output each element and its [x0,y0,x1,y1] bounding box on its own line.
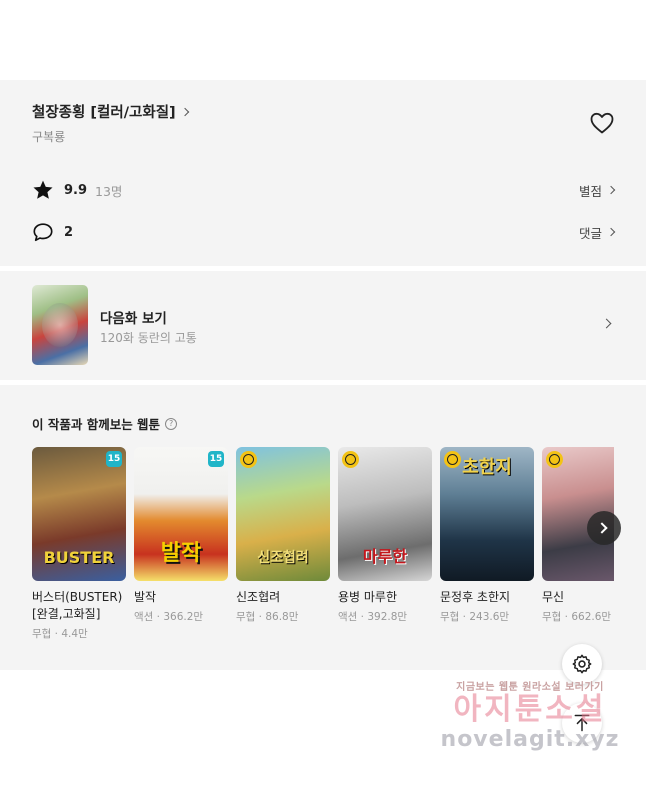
work-title-link[interactable]: 철장종횡 [컬러/고화질] [32,101,189,122]
cover-image: 15 BUSTER [32,447,126,581]
chevron-right-icon [180,107,189,116]
carousel-next-button[interactable] [587,511,621,545]
wait-free-clock-icon [240,451,257,468]
rating-link-label: 별점 [578,183,602,199]
chevron-right-icon [596,522,608,534]
age-rating-badge: 15 [106,451,122,467]
recommendation-card[interactable]: 마루한 용병 마루한 액션 · 392.8만 [338,447,432,624]
recommendation-title: 신조협려 [236,590,281,604]
gear-icon [572,654,592,674]
recommendation-meta: 액션 · 366.2만 [134,611,204,623]
heart-icon[interactable] [589,111,615,135]
recommendation-title: 용병 마루한 [338,590,398,604]
recommendations-panel: 이 작품과 함께보는 웹툰 ? 15 BUSTER 버스터(BUSTER) [완… [0,385,646,670]
chevron-right-icon [606,185,616,195]
comment-link[interactable]: 댓글 [578,223,616,242]
chevron-right-icon [606,227,616,237]
next-episode-thumbnail [32,285,88,365]
cover-title-art: 마루한 [362,547,408,566]
cover-title-art: 신조협려 [257,550,309,566]
next-episode-subtitle: 120화 동란의 고통 [100,331,197,345]
recommendation-meta: 무협 · 86.8만 [236,611,299,623]
recommendation-title: 무신 [542,590,565,604]
settings-button[interactable] [562,644,602,684]
recommendation-meta: 무협 · 4.4만 [32,628,88,640]
arrow-up-icon [574,714,590,732]
recommendation-title: 문정후 초한지 [440,590,511,604]
wait-free-clock-icon [342,451,359,468]
rating-row: 9.9 13명 별점 [32,178,616,202]
recommendation-carousel: 15 BUSTER 버스터(BUSTER) [완결,고화질] 무협 · 4.4만… [32,447,614,662]
help-icon[interactable]: ? [165,417,178,430]
next-episode-panel[interactable]: 다음화 보기 120화 동란의 고통 [0,271,646,380]
watermark-line1: 지금보는 웹툰 원라소설 보러가기 [456,682,604,693]
work-title: 철장종횡 [컬러/고화질] [32,105,176,121]
scroll-top-button[interactable] [562,703,602,743]
work-info-panel: 철장종횡 [컬러/고화질] 구복룡 9.9 13명 별점 2 댓글 [0,80,646,266]
cover-image: 마루한 [338,447,432,581]
comment-count: 2 [64,224,74,240]
rating-value: 9.9 [64,182,88,198]
chevron-right-icon [601,318,612,329]
recommendations-title-text: 이 작품과 함께보는 웹툰 [32,417,161,432]
cover-title-art: 초한지 [462,457,512,478]
cover-image: 초한지 [440,447,534,581]
cover-image: 신조협려 [236,447,330,581]
wait-free-clock-icon [546,451,563,468]
next-episode-label: 다음화 보기 [100,311,167,327]
recommendation-title: 버스터(BUSTER) [완결,고화질] [32,590,123,621]
comment-link-label: 댓글 [578,225,602,241]
recommendation-card[interactable]: 초한지 문정후 초한지 무협 · 243.6만 [440,447,534,624]
recommendation-meta: 무협 · 243.6만 [440,611,510,623]
recommendations-title: 이 작품과 함께보는 웹툰 ? [32,414,178,433]
recommendation-meta: 무협 · 662.6만 [542,611,612,623]
rating-count: 13명 [95,183,123,199]
recommendation-meta: 액션 · 392.8만 [338,611,408,623]
comment-row: 2 댓글 [32,220,616,244]
cover-title-art: 발작 [160,541,202,566]
comment-bubble-icon [33,223,53,242]
recommendation-card[interactable]: 15 발작 발작 액션 · 366.2만 [134,447,228,624]
cover-image: 15 발작 [134,447,228,581]
recommendation-card[interactable]: 신조협려 신조협려 무협 · 86.8만 [236,447,330,624]
recommendation-title: 발작 [134,590,157,604]
rating-link[interactable]: 별점 [578,181,616,200]
age-rating-badge: 15 [208,451,224,467]
star-icon [33,180,53,199]
recommendation-card[interactable]: 15 BUSTER 버스터(BUSTER) [완결,고화질] 무협 · 4.4만 [32,447,126,641]
author-name[interactable]: 구복룡 [32,128,65,145]
cover-title-art: BUSTER [43,548,115,567]
